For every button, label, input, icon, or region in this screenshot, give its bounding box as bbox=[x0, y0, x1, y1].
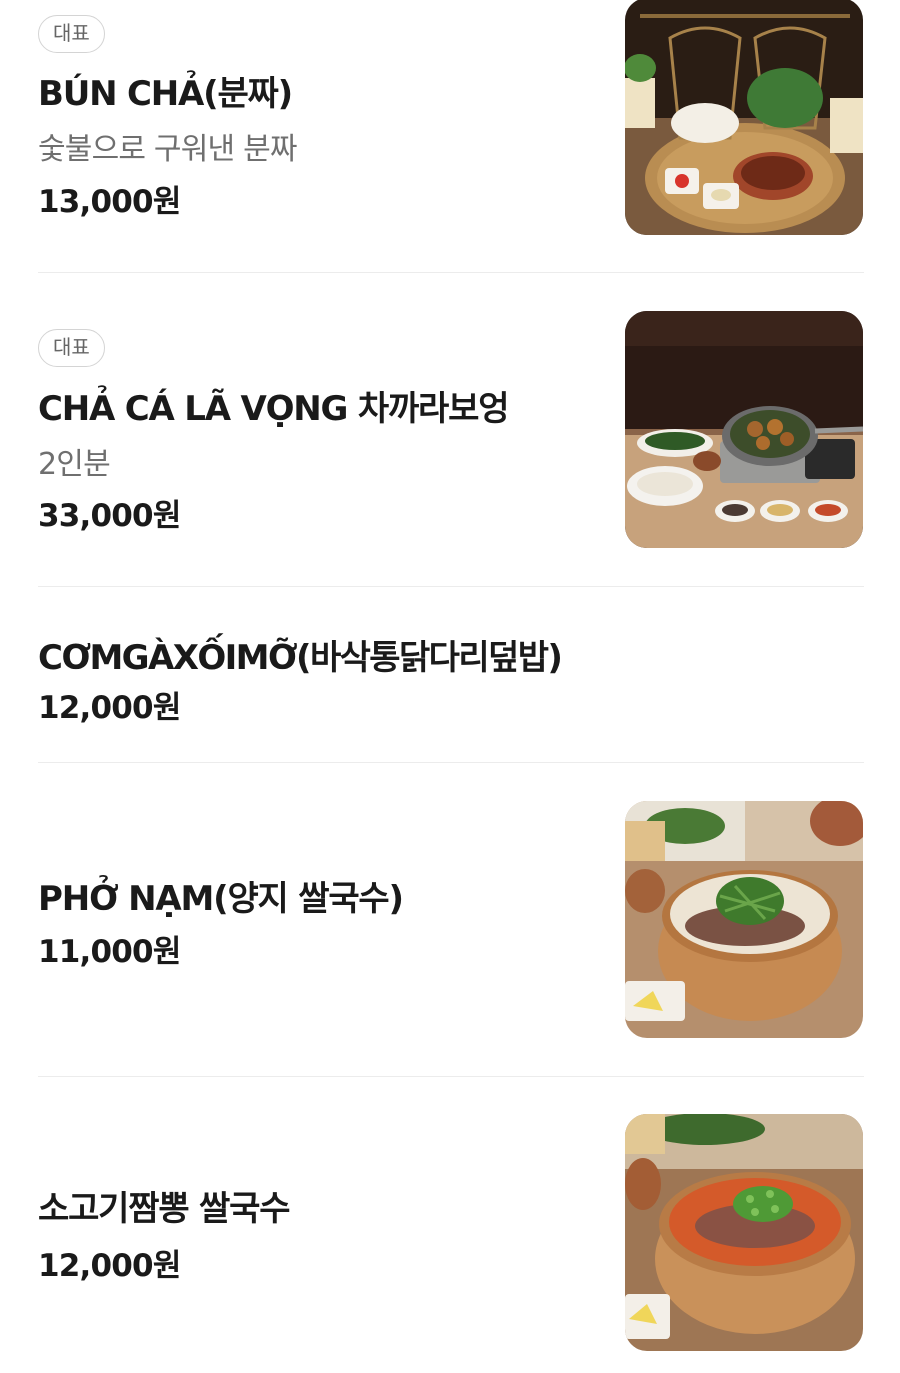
menu-item-photo[interactable] bbox=[625, 311, 863, 548]
menu-item-cha-ca[interactable]: 대표 CHẢ CÁ LÃ VỌNG 차까라보엉 2인분 33,000원 bbox=[38, 273, 864, 586]
pho-nam-photo-image bbox=[625, 801, 863, 1038]
menu-item-photo[interactable] bbox=[625, 801, 863, 1038]
menu-item-price: 13,000원 bbox=[38, 184, 181, 220]
menu-item-beef-jjamppong-pho[interactable]: 소고기짬뽕 쌀국수 12,000원 bbox=[38, 1077, 864, 1373]
menu-item-name: PHỞ NẠM(양지 쌀국수) bbox=[38, 879, 404, 919]
menu-item-price: 12,000원 bbox=[38, 690, 181, 726]
beef-jjamppong-pho-photo-image bbox=[625, 1114, 863, 1351]
menu-item-price: 33,000원 bbox=[38, 498, 181, 534]
signature-badge: 대표 bbox=[38, 329, 105, 367]
menu-item-com-ga[interactable]: CƠMGÀXỐIMỠ(바삭통닭다리덮밥) 12,000원 bbox=[38, 587, 864, 762]
menu-item-price: 12,000원 bbox=[38, 1248, 181, 1284]
menu-item-name: 소고기짬뽕 쌀국수 bbox=[38, 1189, 290, 1229]
signature-badge: 대표 bbox=[38, 15, 105, 53]
menu-item-pho-nam[interactable]: PHỞ NẠM(양지 쌀국수) 11,000원 bbox=[38, 763, 864, 1076]
menu-item-photo[interactable] bbox=[625, 0, 863, 235]
menu-item-description: 숯불으로 구워낸 분짜 bbox=[38, 132, 297, 167]
menu-item-name: BÚN CHẢ(분짜) bbox=[38, 74, 293, 114]
menu-item-name: CHẢ CÁ LÃ VỌNG 차까라보엉 bbox=[38, 389, 509, 429]
bun-cha-photo-image bbox=[625, 0, 863, 235]
menu-item-description: 2인분 bbox=[38, 447, 111, 482]
cha-ca-photo-image bbox=[625, 311, 863, 548]
menu-item-bun-cha[interactable]: 대표 BÚN CHẢ(분짜) 숯불으로 구워낸 분짜 13,000원 bbox=[38, 0, 864, 272]
menu-item-name: CƠMGÀXỐIMỠ(바삭통닭다리덮밥) bbox=[38, 638, 563, 678]
menu-item-photo[interactable] bbox=[625, 1114, 863, 1351]
menu-item-price: 11,000원 bbox=[38, 934, 181, 970]
